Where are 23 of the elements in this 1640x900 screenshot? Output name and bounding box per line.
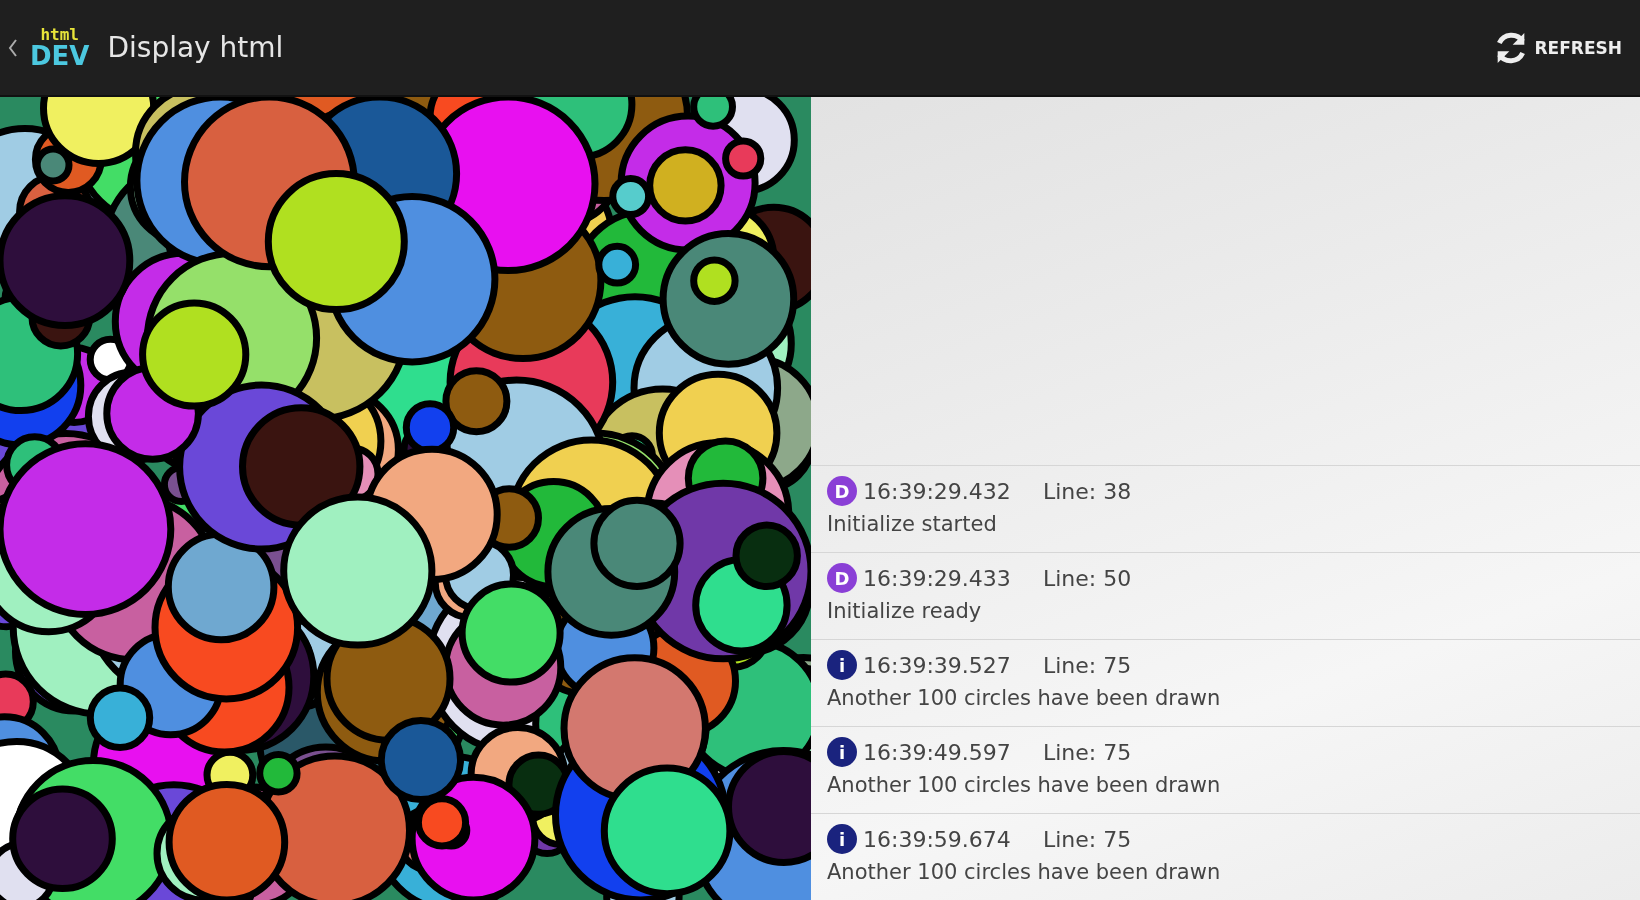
level-badge: i: [827, 824, 857, 854]
log-time: 16:39:49.597: [863, 739, 1012, 765]
log-line-number: Line: 38: [1043, 478, 1132, 504]
level-badge: i: [827, 737, 857, 767]
log-message: Initialize ready: [827, 599, 983, 623]
level-badge: D: [827, 563, 857, 593]
log-time: 16:39:29.432: [863, 478, 1012, 504]
level-badge: i: [827, 650, 857, 680]
log-line-number: Line: 50: [1043, 565, 1132, 591]
log-line-number: Line: 75: [1043, 826, 1132, 852]
log-message: Another 100 circles have been drawn: [827, 860, 1222, 884]
log-message: Another 100 circles have been drawn: [827, 773, 1222, 797]
log-time: 16:39:59.674: [863, 826, 1012, 852]
log-line-number: Line: 75: [1043, 739, 1132, 765]
level-badge: D: [827, 476, 857, 506]
log-message: Another 100 circles have been drawn: [827, 686, 1222, 710]
log-time: 16:39:39.527: [863, 652, 1012, 678]
app-logo: html DEV: [30, 26, 90, 69]
log-message: Initialize started: [827, 512, 998, 536]
screen-title: Display html: [107, 31, 284, 64]
log-line-number: Line: 75: [1043, 652, 1132, 678]
refresh-button[interactable]: REFRESH: [1484, 21, 1628, 74]
log-time: 16:39:29.433: [863, 565, 1012, 591]
